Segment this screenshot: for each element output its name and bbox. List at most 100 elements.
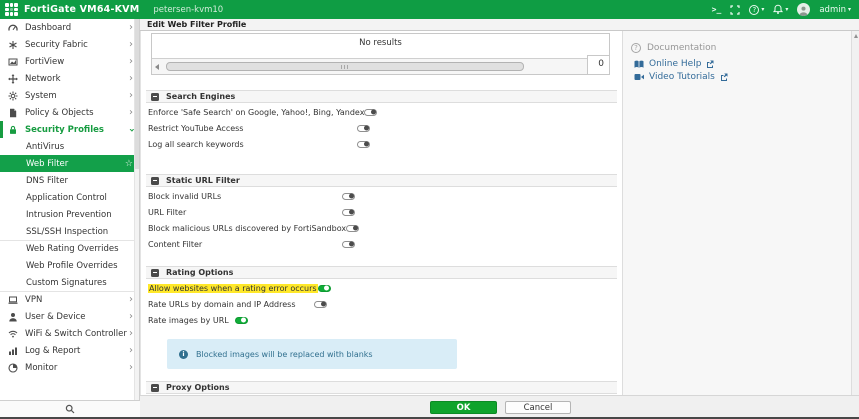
toggle-content-filter[interactable]: [342, 241, 355, 248]
toggle-rate-urls-by-domain[interactable]: [314, 301, 327, 308]
option-row: Log all search keywords: [148, 136, 370, 152]
collapse-icon[interactable]: [151, 93, 159, 101]
option-row: Content Filter: [148, 236, 355, 252]
sidebar-item-intrusion-prevention[interactable]: Intrusion Prevention: [0, 206, 139, 223]
toggle-url-filter[interactable]: [342, 209, 355, 216]
option-row: Allow websites when a rating error occur…: [148, 280, 331, 296]
sidebar-item-label: FortiView: [25, 57, 64, 67]
video-tutorials-link[interactable]: Video Tutorials: [634, 72, 851, 82]
results-table: No results 0: [151, 33, 610, 75]
collapse-icon[interactable]: [151, 177, 159, 185]
chart-image-icon: [8, 56, 19, 67]
chevron-right-icon: ›: [129, 295, 133, 305]
sidebar-item-security-profiles[interactable]: Security Profiles›: [0, 121, 139, 138]
sidebar-item-label: User & Device: [25, 312, 85, 322]
scroll-left-arrow-icon[interactable]: [155, 64, 159, 70]
fabric-icon: [8, 39, 19, 50]
scrollbar-thumb[interactable]: [166, 62, 524, 71]
documentation-panel: ? Documentation Online Help Video Tutori…: [622, 31, 851, 395]
hostname-tab[interactable]: petersen-kvm10: [153, 5, 223, 15]
toggle-log-search-keywords[interactable]: [357, 141, 370, 148]
documentation-title: ? Documentation: [631, 43, 851, 53]
toggle-block-malicious-urls[interactable]: [346, 225, 359, 232]
sidebar-item-label: Security Fabric: [25, 40, 88, 50]
highlighted-option-label: Allow websites when a rating error occur…: [148, 284, 318, 293]
notifications-menu[interactable]: ▾: [773, 4, 788, 15]
avatar[interactable]: [797, 3, 810, 16]
toggle-rate-images-by-url[interactable]: [235, 317, 248, 324]
option-row: Rate images by URL: [148, 312, 248, 328]
sidebar-item-fortiview[interactable]: FortiView ›: [0, 53, 139, 70]
option-label: Enforce 'Safe Search' on Google, Yahoo!,…: [148, 108, 364, 117]
sidebar-item-wifi-switch-controller[interactable]: WiFi & Switch Controller›: [0, 325, 139, 342]
option-label: URL Filter: [148, 208, 342, 217]
page-scrollbar[interactable]: [851, 31, 859, 417]
online-help-link[interactable]: Online Help: [634, 59, 851, 69]
sidebar-item-web-filter[interactable]: Web Filter ☆: [0, 155, 139, 172]
cancel-button[interactable]: Cancel: [505, 401, 571, 414]
toggle-allow-rating-error[interactable]: [318, 285, 331, 292]
wifi-icon: [8, 328, 19, 339]
chevron-right-icon: ›: [129, 23, 133, 33]
top-bar: FortiGate VM64-KVM petersen-kvm10 >_ ?▾ …: [0, 0, 859, 19]
fullscreen-icon[interactable]: [730, 5, 740, 15]
sidebar-item-dns-filter[interactable]: DNS Filter: [0, 172, 139, 189]
chevron-right-icon: ›: [129, 57, 133, 67]
admin-label: admin: [819, 5, 846, 15]
sidebar-item-label: VPN: [25, 295, 42, 305]
sidebar-item-web-rating-overrides[interactable]: Web Rating Overrides: [0, 240, 139, 257]
scroll-up-arrow-icon[interactable]: [854, 34, 858, 38]
help-menu[interactable]: ?▾: [749, 5, 764, 15]
collapse-icon[interactable]: [151, 384, 159, 392]
favorite-star-icon[interactable]: ☆: [125, 159, 133, 169]
sidebar-item-antivirus[interactable]: AntiVirus: [0, 138, 139, 155]
caret-down-icon: ▾: [761, 6, 764, 13]
sidebar-item-label: Policy & Objects: [25, 108, 94, 118]
sidebar-item-network[interactable]: Network›: [0, 70, 139, 87]
option-label: Content Filter: [148, 240, 342, 249]
option-row: Enforce 'Safe Search' on Google, Yahoo!,…: [148, 104, 377, 120]
option-label: Block invalid URLs: [148, 192, 342, 201]
sidebar-item-vpn[interactable]: VPN ›: [0, 291, 139, 308]
sidebar-item-application-control[interactable]: Application Control: [0, 189, 139, 206]
collapse-icon[interactable]: [151, 269, 159, 277]
cli-console-icon[interactable]: >_: [712, 5, 722, 14]
toggle-restrict-youtube[interactable]: [357, 125, 370, 132]
section-header-proxy-options: Proxy Options: [146, 381, 617, 394]
link-label: Online Help: [649, 59, 701, 69]
sidebar-item-label: Network: [25, 74, 61, 84]
option-label: Block malicious URLs discovered by Forti…: [148, 224, 346, 233]
option-row: Block invalid URLs: [148, 188, 355, 204]
option-row: Block malicious URLs discovered by Forti…: [148, 220, 359, 236]
gauge-icon: [8, 22, 19, 33]
option-label: Rate URLs by domain and IP Address: [148, 300, 314, 309]
sidebar-item-system[interactable]: System›: [0, 87, 139, 104]
sidebar-item-policy-objects[interactable]: Policy & Objects›: [0, 104, 139, 121]
sidebar-item-security-fabric[interactable]: Security Fabric›: [0, 36, 139, 53]
toggle-safe-search[interactable]: [364, 109, 377, 116]
sidebar-item-label: Application Control: [26, 193, 107, 203]
video-camera-icon: [634, 73, 644, 81]
help-icon: ?: [749, 5, 759, 15]
option-row: Rate URLs by domain and IP Address: [148, 296, 327, 312]
ok-button[interactable]: OK: [430, 401, 497, 414]
sidebar-item-ssl-ssh-inspection[interactable]: SSL/SSH Inspection: [0, 223, 139, 240]
sidebar-item-monitor[interactable]: Monitor›: [0, 359, 139, 376]
sidebar-item-label: Web Profile Overrides: [26, 261, 118, 271]
admin-menu[interactable]: admin▾: [819, 5, 851, 15]
sidebar-scrollbar[interactable]: [134, 19, 139, 400]
help-circle-icon: ?: [631, 43, 641, 53]
sidebar-item-custom-signatures[interactable]: Custom Signatures: [0, 274, 139, 291]
sidebar-item-log-report[interactable]: Log & Report›: [0, 342, 139, 359]
sidebar-item-dashboard[interactable]: Dashboard›: [0, 19, 139, 36]
external-link-icon: [706, 60, 714, 68]
sidebar-item-user-device[interactable]: User & Device›: [0, 308, 139, 325]
toggle-block-invalid-urls[interactable]: [342, 193, 355, 200]
section-header-static-url-filter: Static URL Filter: [146, 174, 617, 187]
sidebar-item-web-profile-overrides[interactable]: Web Profile Overrides: [0, 257, 139, 274]
table-horizontal-scrollbar[interactable]: [152, 58, 609, 74]
sidebar-search[interactable]: [0, 400, 140, 417]
section-title: Proxy Options: [166, 383, 230, 392]
device-name: FortiGate VM64-KVM: [24, 4, 139, 15]
sidebar-item-label: Log & Report: [25, 346, 80, 356]
